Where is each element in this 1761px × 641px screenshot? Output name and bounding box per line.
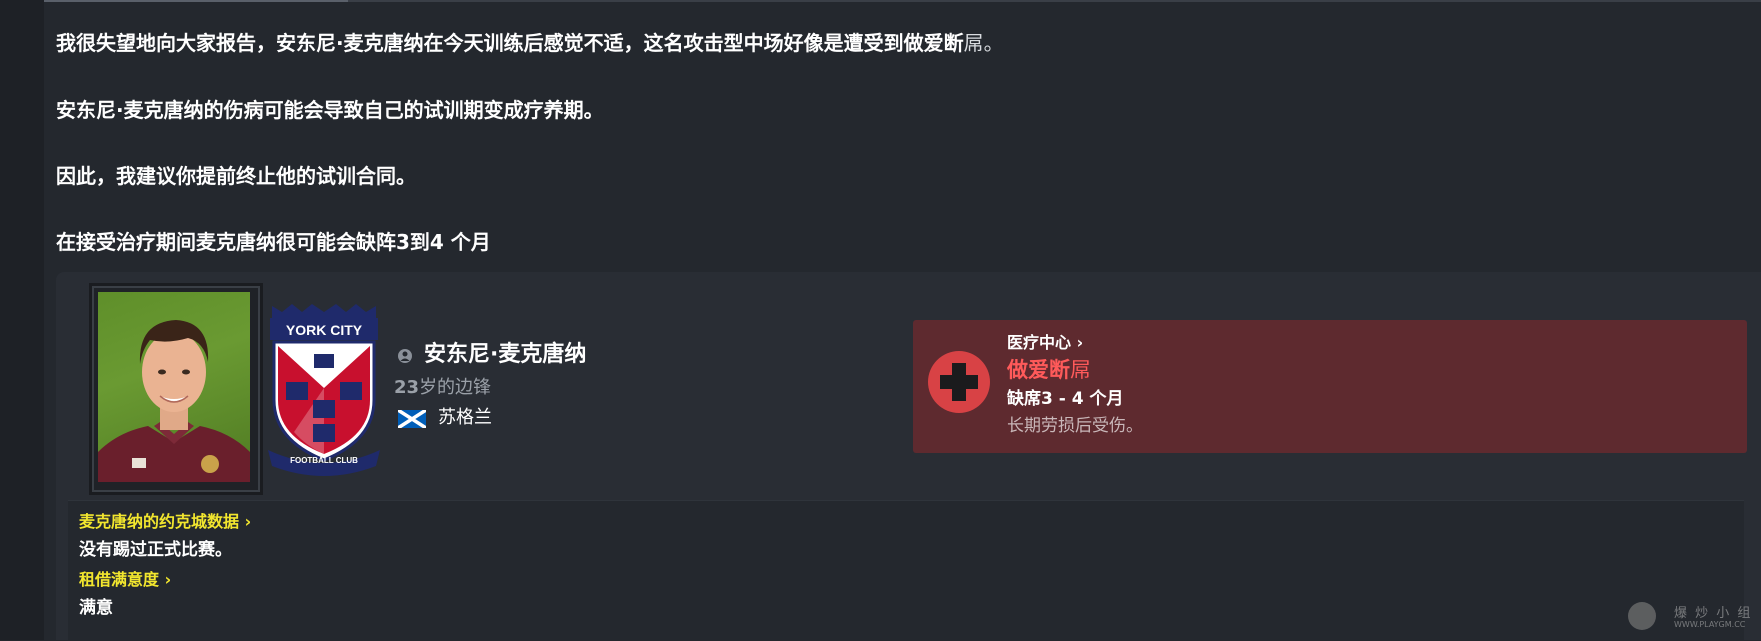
- injury-description: 长期劳损后受伤。: [1007, 416, 1143, 436]
- watermark-text: 爆 炒 小 组: [1674, 606, 1753, 621]
- player-age-position: 23岁的边锋: [394, 377, 492, 398]
- site-watermark: 爆 炒 小 组 WWW.PLAYGM.CC: [1628, 600, 1758, 634]
- medical-center-link[interactable]: 医疗中心 ›: [1007, 332, 1083, 354]
- message-line-4: 在接受治疗期间麦克唐纳很可能会缺阵3到4 个月: [56, 230, 491, 254]
- watermark-logo-icon: [1628, 602, 1656, 630]
- loan-satisfaction-link[interactable]: 租借满意度 ›: [79, 569, 171, 591]
- svg-text:FOOTBALL CLUB: FOOTBALL CLUB: [290, 456, 358, 465]
- message-line-3: 因此，我建议你提前终止他的试训合同。: [56, 164, 416, 188]
- watermark-url: WWW.PLAYGM.CC: [1674, 620, 1746, 629]
- player-name[interactable]: 安东尼·麦克唐纳: [424, 340, 586, 370]
- york-city-crest[interactable]: YORK CITY FOOTBALL CLUB: [266, 300, 382, 476]
- player-nationality[interactable]: 苏格兰: [438, 406, 492, 430]
- top-scroll-indicator: [44, 0, 348, 2]
- person-icon: [397, 348, 413, 364]
- medical-cross-icon: [927, 350, 991, 414]
- message-line-1: 我很失望地向大家报告，安东尼·麦克唐纳在今天训练后感觉不适，这名攻击型中场好像是…: [56, 31, 1004, 55]
- injury-duration: 缺席3 - 4 个月: [1007, 389, 1124, 409]
- york-stats-link[interactable]: 麦克唐纳的约克城数据 ›: [79, 511, 251, 533]
- injury-panel: 医疗中心 › 做爱断屌 缺席3 - 4 个月 长期劳损后受伤。: [913, 320, 1747, 453]
- scotland-flag-icon: [397, 408, 427, 430]
- loan-satisfaction-value: 满意: [79, 598, 113, 618]
- left-sidebar-strip: [0, 0, 44, 640]
- svg-text:YORK CITY: YORK CITY: [286, 322, 363, 338]
- player-photo[interactable]: [98, 292, 250, 482]
- injury-name: 做爱断屌: [1007, 358, 1091, 382]
- york-stats-value: 没有踢过正式比赛。: [79, 540, 232, 560]
- player-stats-panel: [68, 500, 1744, 641]
- message-line-2: 安东尼·麦克唐纳的伤病可能会导致自己的试训期变成疗养期。: [56, 98, 604, 122]
